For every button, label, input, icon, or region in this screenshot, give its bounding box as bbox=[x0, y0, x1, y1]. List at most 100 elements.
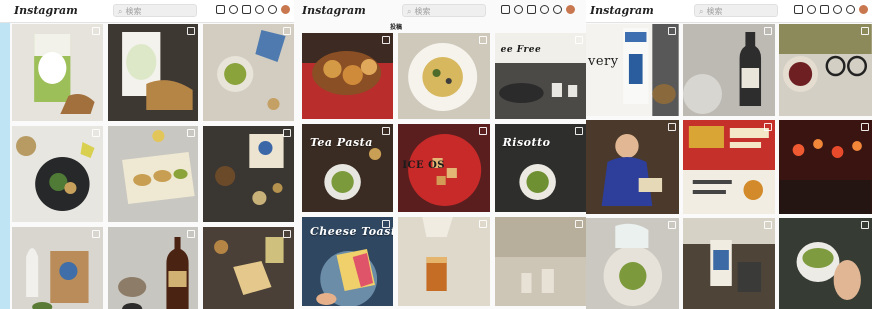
grid-tile[interactable] bbox=[107, 227, 199, 309]
tea-canister-image bbox=[682, 218, 776, 309]
multi-photo-icon bbox=[667, 27, 676, 35]
heart-icon[interactable] bbox=[268, 5, 277, 14]
instagram-profile-page-3: Instagram ⌕ 検索 very bbox=[586, 0, 872, 309]
search-placeholder: 検索 bbox=[414, 7, 431, 16]
tile-caption: Cheese Toast bbox=[310, 225, 394, 238]
grid-tile[interactable] bbox=[682, 218, 776, 309]
explore-icon[interactable] bbox=[255, 5, 264, 14]
grid-tile[interactable] bbox=[586, 120, 679, 214]
grid-tile[interactable]: ee Free bbox=[494, 33, 586, 119]
grid-tile[interactable] bbox=[12, 126, 103, 222]
compass-icon[interactable] bbox=[807, 5, 816, 14]
multi-photo-icon bbox=[187, 27, 196, 35]
explore-icon[interactable] bbox=[540, 5, 549, 14]
search-placeholder: 検索 bbox=[706, 7, 723, 16]
soy-sauce-image bbox=[107, 227, 199, 309]
grid-tile[interactable] bbox=[12, 227, 103, 309]
instagram-logo[interactable]: Instagram bbox=[14, 4, 78, 17]
heart-icon[interactable] bbox=[553, 5, 562, 14]
photo-grid bbox=[12, 24, 294, 309]
heart-icon[interactable] bbox=[846, 5, 855, 14]
masu-cup-image bbox=[203, 227, 294, 309]
multi-photo-icon bbox=[382, 127, 391, 135]
grid-tile[interactable] bbox=[779, 218, 872, 309]
multi-photo-icon bbox=[478, 220, 487, 228]
tile-caption: ICE OS bbox=[402, 160, 446, 171]
grid-tile[interactable] bbox=[494, 217, 586, 306]
grid-tile[interactable] bbox=[398, 33, 490, 119]
avatar[interactable] bbox=[859, 5, 868, 14]
avatar[interactable] bbox=[566, 5, 575, 14]
green-package-image bbox=[12, 24, 103, 121]
green-tea-bowl-image bbox=[203, 24, 294, 121]
add-icon[interactable] bbox=[527, 5, 536, 14]
event-poster-image bbox=[682, 120, 776, 214]
grid-tile[interactable] bbox=[107, 126, 199, 222]
profile-tabs: 投稿 bbox=[390, 22, 446, 31]
grid-tile[interactable] bbox=[107, 24, 199, 121]
home-icon[interactable] bbox=[794, 5, 803, 14]
grid-tile[interactable] bbox=[12, 24, 103, 121]
nav-icons bbox=[794, 5, 868, 14]
sake-jug-image bbox=[12, 227, 103, 309]
tea-leaves-bowl-image bbox=[12, 126, 103, 222]
search-input[interactable]: ⌕ 検索 bbox=[113, 4, 197, 17]
nav-icons bbox=[216, 5, 290, 14]
search-placeholder: 検索 bbox=[125, 7, 142, 16]
instagram-logo[interactable]: Instagram bbox=[590, 4, 654, 17]
tile-caption: Tea Pasta bbox=[310, 136, 373, 149]
compass-icon[interactable] bbox=[514, 5, 523, 14]
tea-cup-glasses-image bbox=[779, 24, 872, 116]
grid-tile[interactable]: Tea Pasta bbox=[302, 124, 394, 212]
grid-tile[interactable] bbox=[302, 33, 394, 119]
glasses-image bbox=[494, 217, 586, 306]
bottle-marble-image bbox=[682, 24, 776, 116]
multi-photo-icon bbox=[667, 221, 676, 229]
tea-pour-image bbox=[398, 217, 490, 306]
multi-photo-icon bbox=[478, 36, 487, 44]
multi-photo-icon bbox=[860, 27, 869, 35]
instagram-profile-page-2: Instagram ⌕ 検索 投稿 ee Free Tea Pasta ICE … bbox=[294, 0, 586, 309]
grid-tile[interactable]: Risotto bbox=[494, 124, 586, 212]
instagram-logo[interactable]: Instagram bbox=[302, 4, 366, 17]
grid-tile[interactable] bbox=[203, 24, 294, 121]
tab-posts[interactable]: 投稿 bbox=[390, 22, 402, 31]
tea-box-image bbox=[203, 126, 294, 222]
grid-tile[interactable] bbox=[682, 24, 776, 116]
home-icon[interactable] bbox=[501, 5, 510, 14]
multi-photo-icon bbox=[282, 27, 291, 35]
multi-photo-icon bbox=[282, 129, 291, 137]
grid-tile[interactable] bbox=[203, 227, 294, 309]
add-icon[interactable] bbox=[820, 5, 829, 14]
search-icon: ⌕ bbox=[118, 7, 123, 16]
grid-tile[interactable] bbox=[586, 218, 679, 309]
grid-tile[interactable] bbox=[398, 217, 490, 306]
search-input[interactable]: ⌕ 検索 bbox=[402, 4, 486, 17]
search-input[interactable]: ⌕ 検索 bbox=[694, 4, 778, 17]
person-image bbox=[586, 120, 679, 214]
multi-photo-icon bbox=[282, 230, 291, 238]
add-icon[interactable] bbox=[242, 5, 251, 14]
left-accent-strip bbox=[0, 0, 10, 309]
explore-icon[interactable] bbox=[833, 5, 842, 14]
compass-icon[interactable] bbox=[229, 5, 238, 14]
grid-tile[interactable] bbox=[682, 120, 776, 214]
grid-tile[interactable]: Cheese Toast bbox=[302, 217, 394, 306]
multi-photo-icon bbox=[575, 36, 583, 44]
multi-photo-icon bbox=[667, 123, 676, 131]
avatar[interactable] bbox=[281, 5, 290, 14]
tile-caption: ee Free bbox=[500, 45, 542, 55]
grid-tile[interactable]: ICE OS bbox=[398, 124, 490, 212]
search-icon: ⌕ bbox=[407, 7, 412, 16]
grid-tile[interactable] bbox=[779, 120, 872, 214]
fried-food-image bbox=[302, 33, 394, 119]
grid-tile[interactable] bbox=[779, 24, 872, 116]
home-icon[interactable] bbox=[216, 5, 225, 14]
tile-caption: very bbox=[588, 54, 619, 69]
multi-photo-icon bbox=[575, 127, 583, 135]
multi-photo-icon bbox=[764, 123, 773, 131]
multi-photo-icon bbox=[575, 220, 583, 228]
grid-tile[interactable] bbox=[203, 126, 294, 222]
grid-tile[interactable]: very bbox=[586, 24, 679, 116]
multi-photo-icon bbox=[764, 221, 773, 229]
